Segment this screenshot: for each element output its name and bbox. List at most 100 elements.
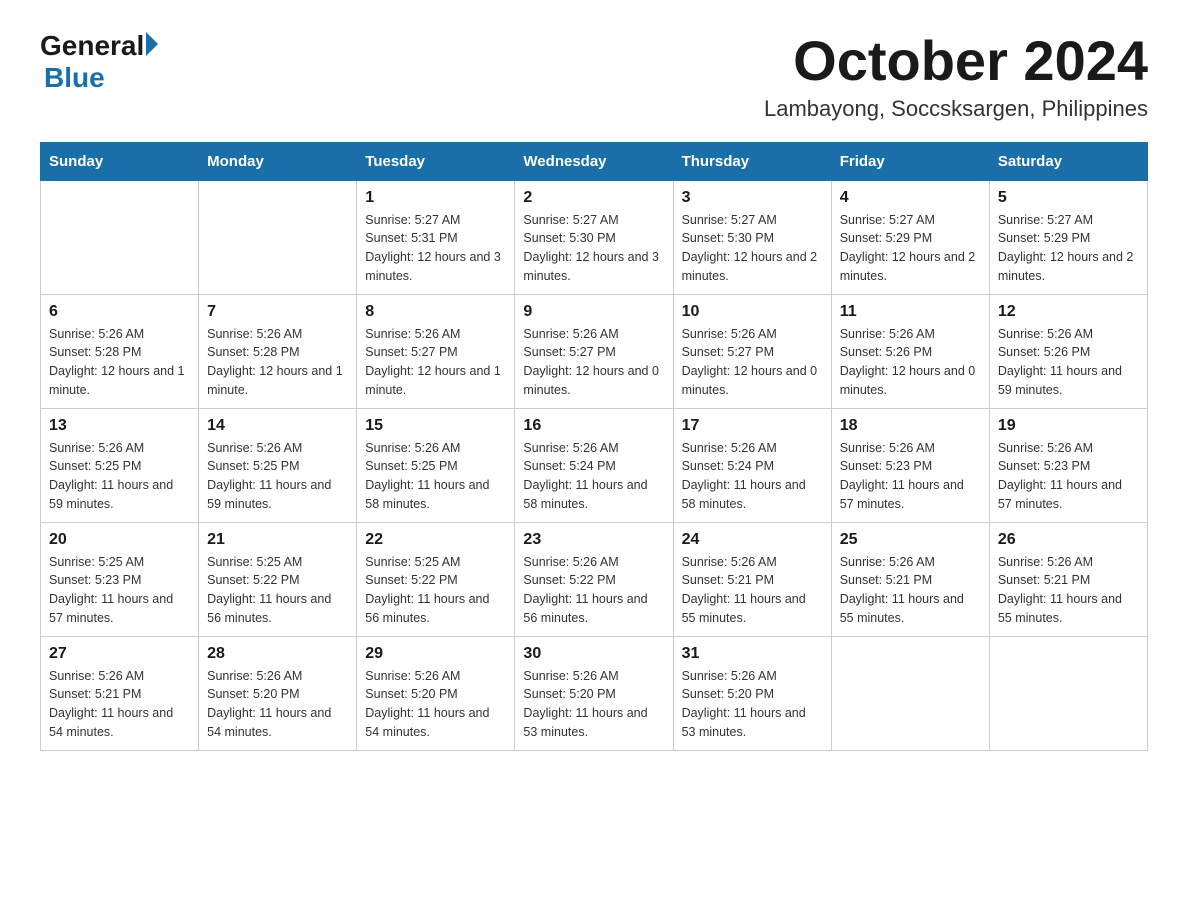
day-info: Sunrise: 5:26 AMSunset: 5:25 PMDaylight:…	[207, 439, 348, 514]
day-number: 16	[523, 417, 664, 435]
day-number: 22	[365, 531, 506, 549]
day-number: 23	[523, 531, 664, 549]
day-info: Sunrise: 5:25 AMSunset: 5:22 PMDaylight:…	[207, 553, 348, 628]
table-row: 18 Sunrise: 5:26 AMSunset: 5:23 PMDayligh…	[831, 408, 989, 522]
day-info: Sunrise: 5:26 AMSunset: 5:26 PMDaylight:…	[840, 325, 981, 400]
logo-general-text: General	[40, 30, 144, 62]
day-number: 7	[207, 303, 348, 321]
calendar-week-row: 13 Sunrise: 5:26 AMSunset: 5:25 PMDayligh…	[41, 408, 1148, 522]
day-number: 14	[207, 417, 348, 435]
table-row: 13 Sunrise: 5:26 AMSunset: 5:25 PMDayligh…	[41, 408, 199, 522]
day-info: Sunrise: 5:27 AMSunset: 5:29 PMDaylight:…	[840, 211, 981, 286]
header-thursday: Thursday	[673, 142, 831, 180]
header-tuesday: Tuesday	[357, 142, 515, 180]
day-info: Sunrise: 5:26 AMSunset: 5:23 PMDaylight:…	[998, 439, 1139, 514]
day-info: Sunrise: 5:26 AMSunset: 5:22 PMDaylight:…	[523, 553, 664, 628]
day-info: Sunrise: 5:25 AMSunset: 5:23 PMDaylight:…	[49, 553, 190, 628]
header-monday: Monday	[199, 142, 357, 180]
calendar-table: Sunday Monday Tuesday Wednesday Thursday…	[40, 142, 1148, 751]
table-row: 28Sunrise: 5:26 AMSunset: 5:20 PMDayligh…	[199, 636, 357, 750]
calendar-week-row: 1Sunrise: 5:27 AMSunset: 5:31 PMDaylight…	[41, 180, 1148, 294]
day-info: Sunrise: 5:25 AMSunset: 5:22 PMDaylight:…	[365, 553, 506, 628]
day-info: Sunrise: 5:26 AMSunset: 5:21 PMDaylight:…	[49, 667, 190, 742]
day-number: 21	[207, 531, 348, 549]
day-number: 19	[998, 417, 1139, 435]
day-info: Sunrise: 5:26 AMSunset: 5:23 PMDaylight:…	[840, 439, 981, 514]
day-info: Sunrise: 5:26 AMSunset: 5:25 PMDaylight:…	[49, 439, 190, 514]
table-row: 15Sunrise: 5:26 AMSunset: 5:25 PMDayligh…	[357, 408, 515, 522]
calendar-week-row: 20 Sunrise: 5:25 AMSunset: 5:23 PMDayligh…	[41, 522, 1148, 636]
table-row: 17 Sunrise: 5:26 AMSunset: 5:24 PMDayligh…	[673, 408, 831, 522]
day-number: 18	[840, 417, 981, 435]
day-info: Sunrise: 5:27 AMSunset: 5:31 PMDaylight:…	[365, 211, 506, 286]
table-row: 29 Sunrise: 5:26 AMSunset: 5:20 PMDayligh…	[357, 636, 515, 750]
day-number: 26	[998, 531, 1139, 549]
table-row	[199, 180, 357, 294]
day-number: 4	[840, 189, 981, 207]
header-sunday: Sunday	[41, 142, 199, 180]
table-row: 4 Sunrise: 5:27 AMSunset: 5:29 PMDaylight…	[831, 180, 989, 294]
table-row: 24 Sunrise: 5:26 AMSunset: 5:21 PMDayligh…	[673, 522, 831, 636]
table-row	[41, 180, 199, 294]
day-number: 12	[998, 303, 1139, 321]
day-number: 8	[365, 303, 506, 321]
day-info: Sunrise: 5:26 AMSunset: 5:21 PMDaylight:…	[682, 553, 823, 628]
table-row: 6Sunrise: 5:26 AMSunset: 5:28 PMDaylight…	[41, 294, 199, 408]
day-number: 13	[49, 417, 190, 435]
header-saturday: Saturday	[989, 142, 1147, 180]
table-row: 25Sunrise: 5:26 AMSunset: 5:21 PMDayligh…	[831, 522, 989, 636]
day-number: 2	[523, 189, 664, 207]
page-header: General Blue October 2024 Lambayong, Soc…	[40, 30, 1148, 122]
day-number: 10	[682, 303, 823, 321]
day-info: Sunrise: 5:26 AMSunset: 5:24 PMDaylight:…	[682, 439, 823, 514]
table-row: 16 Sunrise: 5:26 AMSunset: 5:24 PMDayligh…	[515, 408, 673, 522]
table-row: 2 Sunrise: 5:27 AMSunset: 5:30 PMDaylight…	[515, 180, 673, 294]
day-info: Sunrise: 5:26 AMSunset: 5:25 PMDaylight:…	[365, 439, 506, 514]
header-wednesday: Wednesday	[515, 142, 673, 180]
table-row: 30Sunrise: 5:26 AMSunset: 5:20 PMDayligh…	[515, 636, 673, 750]
day-number: 6	[49, 303, 190, 321]
day-info: Sunrise: 5:26 AMSunset: 5:20 PMDaylight:…	[365, 667, 506, 742]
day-number: 25	[840, 531, 981, 549]
table-row: 14 Sunrise: 5:26 AMSunset: 5:25 PMDayligh…	[199, 408, 357, 522]
day-info: Sunrise: 5:27 AMSunset: 5:29 PMDaylight:…	[998, 211, 1139, 286]
table-row: 11 Sunrise: 5:26 AMSunset: 5:26 PMDayligh…	[831, 294, 989, 408]
day-number: 17	[682, 417, 823, 435]
day-number: 27	[49, 645, 190, 663]
day-info: Sunrise: 5:26 AMSunset: 5:28 PMDaylight:…	[207, 325, 348, 400]
day-number: 31	[682, 645, 823, 663]
table-row: 21 Sunrise: 5:25 AMSunset: 5:22 PMDayligh…	[199, 522, 357, 636]
day-number: 24	[682, 531, 823, 549]
day-number: 20	[49, 531, 190, 549]
table-row: 26Sunrise: 5:26 AMSunset: 5:21 PMDayligh…	[989, 522, 1147, 636]
table-row: 9Sunrise: 5:26 AMSunset: 5:27 PMDaylight…	[515, 294, 673, 408]
table-row: 19 Sunrise: 5:26 AMSunset: 5:23 PMDayligh…	[989, 408, 1147, 522]
day-number: 3	[682, 189, 823, 207]
table-row: 23 Sunrise: 5:26 AMSunset: 5:22 PMDayligh…	[515, 522, 673, 636]
day-info: Sunrise: 5:26 AMSunset: 5:27 PMDaylight:…	[365, 325, 506, 400]
weekday-header-row: Sunday Monday Tuesday Wednesday Thursday…	[41, 142, 1148, 180]
table-row	[831, 636, 989, 750]
table-row: 20 Sunrise: 5:25 AMSunset: 5:23 PMDayligh…	[41, 522, 199, 636]
table-row: 5Sunrise: 5:27 AMSunset: 5:29 PMDaylight…	[989, 180, 1147, 294]
day-info: Sunrise: 5:26 AMSunset: 5:27 PMDaylight:…	[682, 325, 823, 400]
day-number: 9	[523, 303, 664, 321]
day-number: 29	[365, 645, 506, 663]
day-info: Sunrise: 5:26 AMSunset: 5:20 PMDaylight:…	[682, 667, 823, 742]
logo: General	[40, 30, 158, 62]
table-row	[989, 636, 1147, 750]
table-row: 27 Sunrise: 5:26 AMSunset: 5:21 PMDayligh…	[41, 636, 199, 750]
logo-blue-text: Blue	[44, 62, 105, 93]
table-row: 10 Sunrise: 5:26 AMSunset: 5:27 PMDayligh…	[673, 294, 831, 408]
day-number: 30	[523, 645, 664, 663]
header-friday: Friday	[831, 142, 989, 180]
day-number: 11	[840, 303, 981, 321]
day-info: Sunrise: 5:27 AMSunset: 5:30 PMDaylight:…	[523, 211, 664, 286]
logo-area: General Blue	[40, 30, 158, 94]
table-row: 8 Sunrise: 5:26 AMSunset: 5:27 PMDaylight…	[357, 294, 515, 408]
location-subtitle: Lambayong, Soccsksargen, Philippines	[764, 96, 1148, 122]
day-info: Sunrise: 5:27 AMSunset: 5:30 PMDaylight:…	[682, 211, 823, 286]
day-info: Sunrise: 5:26 AMSunset: 5:24 PMDaylight:…	[523, 439, 664, 514]
day-info: Sunrise: 5:26 AMSunset: 5:20 PMDaylight:…	[207, 667, 348, 742]
calendar-week-row: 27 Sunrise: 5:26 AMSunset: 5:21 PMDayligh…	[41, 636, 1148, 750]
